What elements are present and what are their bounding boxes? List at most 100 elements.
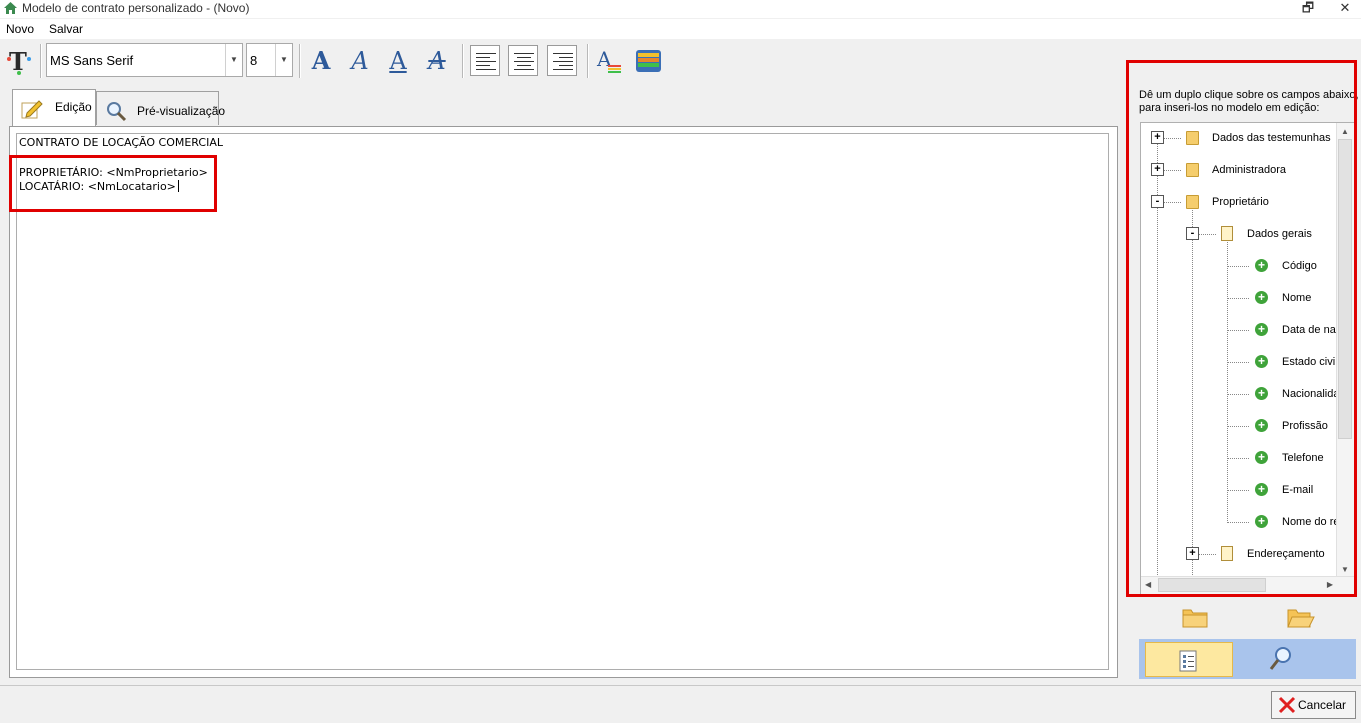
folder-open-icon[interactable] bbox=[1287, 606, 1315, 630]
text-style-icon[interactable]: T bbox=[5, 47, 33, 75]
tree-connector bbox=[1227, 330, 1249, 331]
collapse-icon[interactable]: - bbox=[1186, 227, 1199, 240]
svg-text:T: T bbox=[9, 47, 27, 75]
add-field-icon: + bbox=[1255, 419, 1268, 432]
tree-item-data-nascimento[interactable]: Data de na bbox=[1282, 321, 1336, 339]
fields-view-button[interactable] bbox=[1145, 642, 1233, 677]
scroll-thumb[interactable] bbox=[1158, 578, 1266, 592]
tree-connector bbox=[1157, 143, 1158, 583]
search-field-icon[interactable] bbox=[1269, 646, 1293, 672]
scroll-thumb[interactable] bbox=[1338, 139, 1352, 439]
tree-connector bbox=[1198, 554, 1216, 555]
underline-button[interactable]: A bbox=[383, 46, 413, 76]
tree-item-nome-responsavel[interactable]: Nome do re bbox=[1282, 513, 1339, 531]
tree-item-estado-civil[interactable]: Estado civil bbox=[1282, 353, 1338, 371]
expand-icon[interactable]: + bbox=[1186, 547, 1199, 560]
cancel-button[interactable]: Cancelar bbox=[1271, 691, 1356, 719]
font-family-select[interactable]: MS Sans Serif ▼ bbox=[46, 43, 243, 77]
scroll-right-icon[interactable]: ▶ bbox=[1327, 580, 1333, 589]
add-field-icon: + bbox=[1255, 387, 1268, 400]
background-color-icon[interactable] bbox=[635, 49, 663, 73]
tab-edicao[interactable]: Edição bbox=[12, 89, 96, 127]
close-x-icon bbox=[1278, 696, 1296, 714]
tree-item-administradora[interactable]: Administradora bbox=[1212, 161, 1286, 179]
toolbar-separator bbox=[299, 44, 300, 78]
add-field-icon: + bbox=[1255, 483, 1268, 496]
footer-divider bbox=[0, 685, 1361, 686]
align-left-icon bbox=[476, 53, 496, 70]
toolbar-separator bbox=[40, 44, 41, 78]
add-field-icon: + bbox=[1255, 355, 1268, 368]
tree-horizontal-scrollbar[interactable]: ◀ ▶ bbox=[1141, 576, 1354, 594]
fields-tree[interactable]: + Dados das testemunhas + Administradora… bbox=[1140, 122, 1355, 595]
tree-item-email[interactable]: E-mail bbox=[1282, 481, 1313, 499]
tab-pre-visualizacao[interactable]: Pré-visualização bbox=[96, 91, 225, 125]
italic-button[interactable]: A bbox=[345, 46, 375, 76]
restore-window-icon[interactable]: 🗗 bbox=[1296, 0, 1320, 16]
menu-novo[interactable]: Novo bbox=[6, 21, 34, 37]
expand-icon[interactable]: + bbox=[1151, 163, 1164, 176]
tree-item-dados-testemunhas[interactable]: Dados das testemunhas bbox=[1212, 129, 1331, 147]
align-right-button[interactable] bbox=[547, 45, 577, 76]
tree-connector bbox=[1163, 202, 1181, 203]
tree-connector bbox=[1227, 240, 1228, 523]
svg-text:A: A bbox=[596, 47, 612, 71]
tree-connector bbox=[1227, 266, 1249, 267]
add-field-icon: + bbox=[1255, 451, 1268, 464]
chevron-down-icon[interactable]: ▼ bbox=[275, 44, 292, 76]
menu-bar bbox=[0, 19, 1361, 39]
tree-connector bbox=[1163, 138, 1181, 139]
tree-item-codigo[interactable]: Código bbox=[1282, 257, 1317, 275]
folder-closed-icon[interactable] bbox=[1182, 606, 1208, 628]
tree-item-proprietario[interactable]: Proprietário bbox=[1212, 193, 1269, 211]
add-field-icon: + bbox=[1255, 323, 1268, 336]
tree-vertical-scrollbar[interactable]: ▲ ▼ bbox=[1336, 123, 1354, 579]
font-family-value: MS Sans Serif bbox=[50, 53, 134, 68]
font-color-icon[interactable]: A bbox=[596, 47, 624, 75]
strikethrough-button[interactable]: A bbox=[422, 46, 452, 76]
add-field-icon: + bbox=[1255, 259, 1268, 272]
chevron-down-icon[interactable]: ▼ bbox=[225, 44, 242, 76]
edit-pencil-icon bbox=[21, 100, 43, 119]
magnifier-icon bbox=[107, 102, 127, 122]
tree-actions-bar bbox=[1140, 600, 1355, 638]
expand-icon[interactable]: + bbox=[1151, 131, 1164, 144]
tree-item-telefone[interactable]: Telefone bbox=[1282, 449, 1324, 467]
tree-connector bbox=[1198, 234, 1216, 235]
contract-editor[interactable] bbox=[16, 133, 1109, 670]
align-center-icon bbox=[514, 53, 534, 70]
folder-icon bbox=[1186, 131, 1199, 145]
add-field-icon: + bbox=[1255, 515, 1268, 528]
scroll-down-icon[interactable]: ▼ bbox=[1341, 565, 1349, 574]
align-left-button[interactable] bbox=[470, 45, 500, 76]
close-window-icon[interactable]: ✕ bbox=[1333, 0, 1357, 16]
collapse-icon[interactable]: - bbox=[1151, 195, 1164, 208]
editor-line: CONTRATO DE LOCAÇÃO COMERCIAL bbox=[19, 136, 223, 149]
tree-connector bbox=[1227, 394, 1249, 395]
tree-item-enderecamento[interactable]: Endereçamento bbox=[1247, 545, 1325, 563]
toolbar-separator bbox=[587, 44, 588, 78]
align-center-button[interactable] bbox=[508, 45, 538, 76]
font-size-select[interactable]: 8 ▼ bbox=[246, 43, 293, 77]
scroll-left-icon[interactable]: ◀ bbox=[1145, 580, 1151, 589]
tree-connector bbox=[1192, 208, 1193, 583]
add-field-icon: + bbox=[1255, 291, 1268, 304]
menu-salvar[interactable]: Salvar bbox=[49, 21, 83, 37]
cancel-button-label: Cancelar bbox=[1298, 698, 1347, 712]
scroll-up-icon[interactable]: ▲ bbox=[1341, 127, 1349, 136]
field-list-icon bbox=[1179, 650, 1197, 672]
editor-line: LOCATÁRIO: <NmLocatario> bbox=[19, 180, 176, 193]
tree-connector bbox=[1227, 298, 1249, 299]
tree-item-nacionalidade[interactable]: Nacionalida bbox=[1282, 385, 1339, 403]
fields-instruction: Dê um duplo clique sobre os campos abaix… bbox=[1139, 89, 1359, 115]
folder-icon bbox=[1186, 163, 1199, 177]
tree-item-dados-gerais[interactable]: Dados gerais bbox=[1247, 225, 1312, 243]
bold-button[interactable]: A bbox=[306, 46, 336, 76]
tree-connector bbox=[1227, 426, 1249, 427]
editor-line: PROPRIETÁRIO: <NmProprietario> bbox=[19, 166, 208, 179]
home-icon bbox=[4, 2, 17, 14]
tree-item-profissao[interactable]: Profissão bbox=[1282, 417, 1328, 435]
font-size-value: 8 bbox=[250, 53, 258, 68]
tree-item-nome[interactable]: Nome bbox=[1282, 289, 1311, 307]
document-icon bbox=[1221, 546, 1233, 561]
